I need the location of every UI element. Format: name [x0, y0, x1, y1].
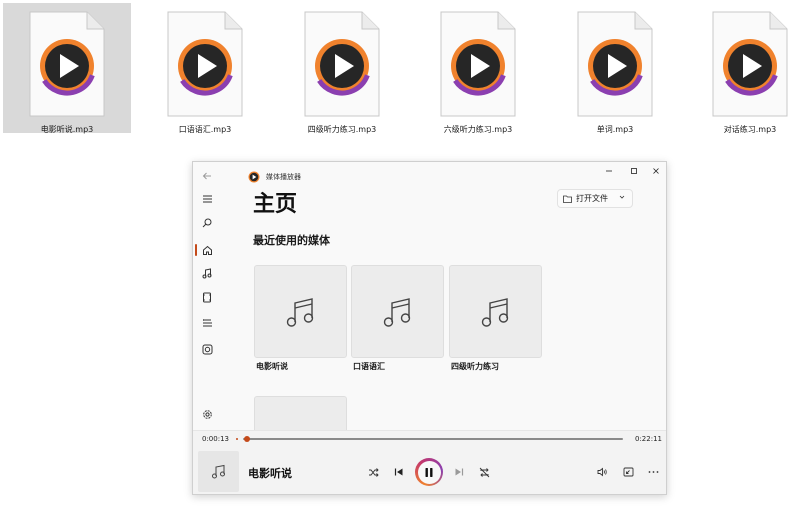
close-button[interactable]: [645, 162, 666, 180]
media-file-icon: [712, 11, 788, 117]
seek-bar[interactable]: [243, 438, 623, 440]
open-file-button[interactable]: 打开文件: [557, 189, 633, 208]
open-file-label: 打开文件: [576, 194, 608, 203]
file-name: 电影听说.mp3: [40, 125, 94, 134]
shuffle-button[interactable]: [365, 464, 381, 480]
music-note-icon: [481, 297, 508, 327]
next-icon: [455, 468, 464, 476]
file-item[interactable]: 对话练习.mp3: [672, 3, 800, 134]
nav-rail: [193, 162, 221, 430]
file-item[interactable]: 四级听力练习.mp3: [278, 3, 406, 134]
file-name: 单词.mp3: [596, 125, 634, 134]
maximize-icon: [631, 168, 637, 174]
page-title: 主页: [253, 192, 298, 217]
player-bar: 0:00:13 0:22:11 电影听说: [193, 430, 666, 494]
seek-thumb[interactable]: [243, 436, 250, 442]
app-title: 媒体播放器: [266, 173, 301, 181]
recent-media-tile[interactable]: [351, 265, 444, 358]
shuffle-icon: [368, 467, 379, 477]
file-item[interactable]: 口语语汇.mp3: [141, 3, 269, 134]
recent-media-label[interactable]: 四级听力练习: [451, 361, 499, 372]
maximize-button[interactable]: [623, 162, 645, 180]
media-file-icon: [304, 11, 380, 117]
more-icon: [648, 471, 658, 473]
total-duration: 0:22:11: [635, 435, 662, 443]
repeat-off-icon: [479, 467, 489, 477]
more-options-button[interactable]: [645, 464, 661, 480]
media-file-icon: [577, 11, 653, 117]
file-name: 六级听力练习.mp3: [443, 125, 513, 134]
section-title: 最近使用的媒体: [253, 234, 330, 247]
play-pause-inner: [417, 460, 441, 484]
chevron-down-icon: [619, 195, 625, 199]
volume-button[interactable]: [594, 464, 610, 480]
file-name: 四级听力练习.mp3: [307, 125, 377, 134]
desktop-file-row: 电影听说.mp3 口语语汇.mp3 四级听力练习.mp3 六级听力练习.mp3 …: [0, 0, 800, 140]
media-file-icon: [440, 11, 516, 117]
disc-icon[interactable]: [200, 342, 214, 356]
title-bar: 媒体播放器: [248, 170, 301, 184]
app-logo-icon: [248, 171, 260, 183]
next-button[interactable]: [451, 464, 467, 480]
music-icon[interactable]: [200, 266, 214, 280]
music-note-icon: [383, 297, 410, 327]
media-file-icon: [29, 11, 105, 117]
back-icon[interactable]: [200, 169, 214, 183]
close-icon: [653, 168, 659, 174]
recent-media-label[interactable]: 电影听说: [256, 361, 288, 372]
music-note-icon: [211, 464, 225, 479]
file-item[interactable]: 六级听力练习.mp3: [414, 3, 542, 134]
settings-icon[interactable]: [200, 407, 214, 421]
home-icon[interactable]: [200, 243, 214, 257]
play-pause-button[interactable]: [415, 458, 443, 486]
media-player-window: 媒体播放器 主页 打开文件 最近使用的媒体 电影听说 口语语汇 四级听力练习 0…: [192, 161, 667, 495]
file-item[interactable]: 电影听说.mp3: [3, 3, 131, 134]
folder-icon: [563, 195, 572, 203]
active-indicator: [195, 244, 197, 256]
now-playing-title[interactable]: 电影听说: [248, 465, 292, 481]
recent-media-label[interactable]: 口语语汇: [353, 361, 385, 372]
playlist-icon[interactable]: [200, 316, 214, 330]
file-name: 对话练习.mp3: [723, 125, 777, 134]
pause-icon: [425, 467, 433, 477]
minimize-button[interactable]: [598, 162, 620, 180]
elapsed-time: 0:00:13: [202, 435, 229, 443]
mini-player-icon: [623, 467, 633, 477]
album-art[interactable]: [198, 451, 239, 492]
repeat-off-button[interactable]: [476, 464, 492, 480]
menu-icon[interactable]: [200, 192, 214, 206]
volume-icon: [597, 467, 607, 477]
file-name: 口语语汇.mp3: [178, 125, 232, 134]
mini-player-button[interactable]: [620, 464, 636, 480]
previous-button[interactable]: [391, 464, 407, 480]
recent-media-tile[interactable]: [254, 265, 347, 358]
video-icon[interactable]: [200, 290, 214, 304]
search-icon[interactable]: [200, 216, 214, 230]
seek-start-marker: [236, 438, 238, 440]
media-file-icon: [167, 11, 243, 117]
previous-icon: [394, 468, 403, 476]
recent-media-tile[interactable]: [449, 265, 542, 358]
file-item[interactable]: 单词.mp3: [551, 3, 679, 134]
minimize-icon: [606, 170, 612, 172]
music-note-icon: [286, 297, 313, 327]
